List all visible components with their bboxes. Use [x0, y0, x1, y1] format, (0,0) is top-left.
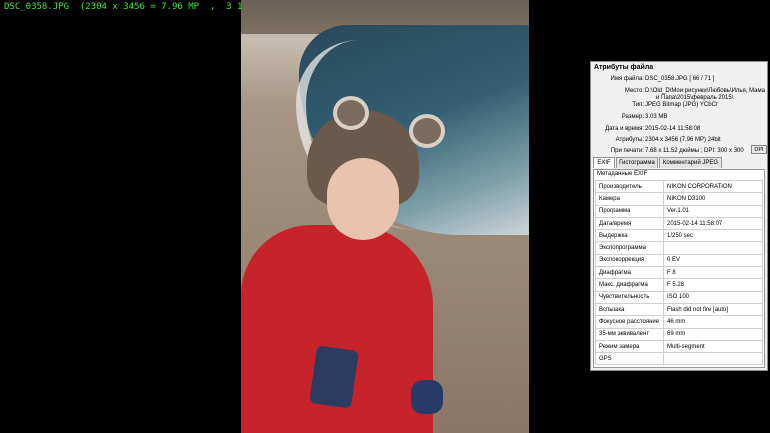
exif-row[interactable]: Чувствительность ISO 100	[595, 290, 763, 304]
exif-value: NIKON D3100	[663, 192, 763, 206]
exif-value: 1/250 sec	[663, 229, 763, 243]
photo-hat-ear-right	[409, 114, 445, 148]
exif-metadata-box: Метаданные EXIF Производитель NIKON CORPO…	[593, 169, 765, 368]
exif-row[interactable]: Фокусное расстояние 46 mm	[595, 315, 763, 329]
exif-value: F 5.28	[663, 278, 763, 292]
exif-value	[663, 352, 763, 366]
exif-key: Экспопрограмма	[595, 241, 664, 255]
exif-key: Диафрагма	[595, 266, 664, 280]
exif-row[interactable]: Выдержка 1/250 sec	[595, 229, 763, 243]
tab-histogram[interactable]: Гистограмма	[616, 157, 658, 168]
exif-value: F 8	[663, 266, 763, 280]
exif-value	[663, 241, 763, 255]
exif-value: 2015-02-14 11:58:07	[663, 216, 763, 231]
tab-exif[interactable]: EXIF	[593, 157, 615, 168]
exif-row[interactable]: Диафрагма F 8	[595, 266, 763, 280]
exif-header: Метаданные EXIF	[597, 171, 648, 177]
panel-title: Атрибуты файла	[594, 64, 654, 71]
exif-value: 46 mm	[663, 315, 763, 329]
photo-child-face	[327, 158, 399, 240]
exif-row[interactable]: Режим замера Multi-segment	[595, 339, 763, 354]
exif-value: 69 mm	[663, 327, 763, 341]
exif-row[interactable]: GPS	[595, 352, 763, 366]
exif-key: Программа	[595, 204, 664, 218]
exif-key: Выдержка	[595, 229, 664, 243]
exif-key: Чувствительность	[595, 290, 664, 304]
file-attributes-panel: Атрибуты файла Имя файла: DSC_0358.JPG […	[590, 61, 768, 371]
exif-value: Ver.1.01	[663, 204, 763, 218]
exif-row[interactable]: Вспышка Flash did not fire [auto]	[595, 302, 763, 317]
exif-key: Режим замера	[595, 339, 664, 354]
exif-key: Фокусное расстояние	[595, 315, 664, 329]
exif-row[interactable]: Программа Ver.1.01	[595, 204, 763, 218]
exif-row[interactable]: Макс. диафрагма F 5.28	[595, 278, 763, 292]
exif-key: 35-мм эквивалент	[595, 327, 664, 341]
exif-key: Производитель	[595, 179, 664, 194]
exif-row[interactable]: 35-мм эквивалент 69 mm	[595, 327, 763, 341]
exif-value: NIKON CORPORATION	[663, 179, 763, 194]
exif-key: Экспокоррекция	[595, 253, 664, 268]
exif-key: Вспышка	[595, 302, 664, 317]
exif-row[interactable]: Камера NIKON D3100	[595, 192, 763, 206]
exif-key: Камера	[595, 192, 664, 206]
exif-key: Дата/время	[595, 216, 664, 231]
photo-jacket-pocket	[309, 345, 359, 409]
photo-hat-ear-left	[333, 96, 369, 130]
exif-value: 0 EV	[663, 253, 763, 268]
exif-key: Макс. диафрагма	[595, 278, 664, 292]
exif-value: Flash did not fire [auto]	[663, 302, 763, 317]
exif-row[interactable]: Экспопрограмма	[595, 241, 763, 255]
tab-jpeg-comment[interactable]: Комментарий JPEG	[659, 157, 722, 168]
photo-viewport[interactable]	[241, 0, 529, 433]
exif-row[interactable]: Экспокоррекция 0 EV	[595, 253, 763, 268]
exif-value: ISO 100	[663, 290, 763, 304]
exif-row[interactable]: Дата/время 2015-02-14 11:58:07	[595, 216, 763, 231]
exif-table: Производитель NIKON CORPORATION Камера NIKO…	[595, 179, 763, 366]
exif-value: Multi-segment	[663, 339, 763, 354]
photo-glove	[411, 380, 443, 414]
exif-row[interactable]: Производитель NIKON CORPORATION	[595, 179, 763, 194]
dpi-button[interactable]: DPI	[751, 145, 767, 154]
exif-key: GPS	[595, 352, 664, 366]
